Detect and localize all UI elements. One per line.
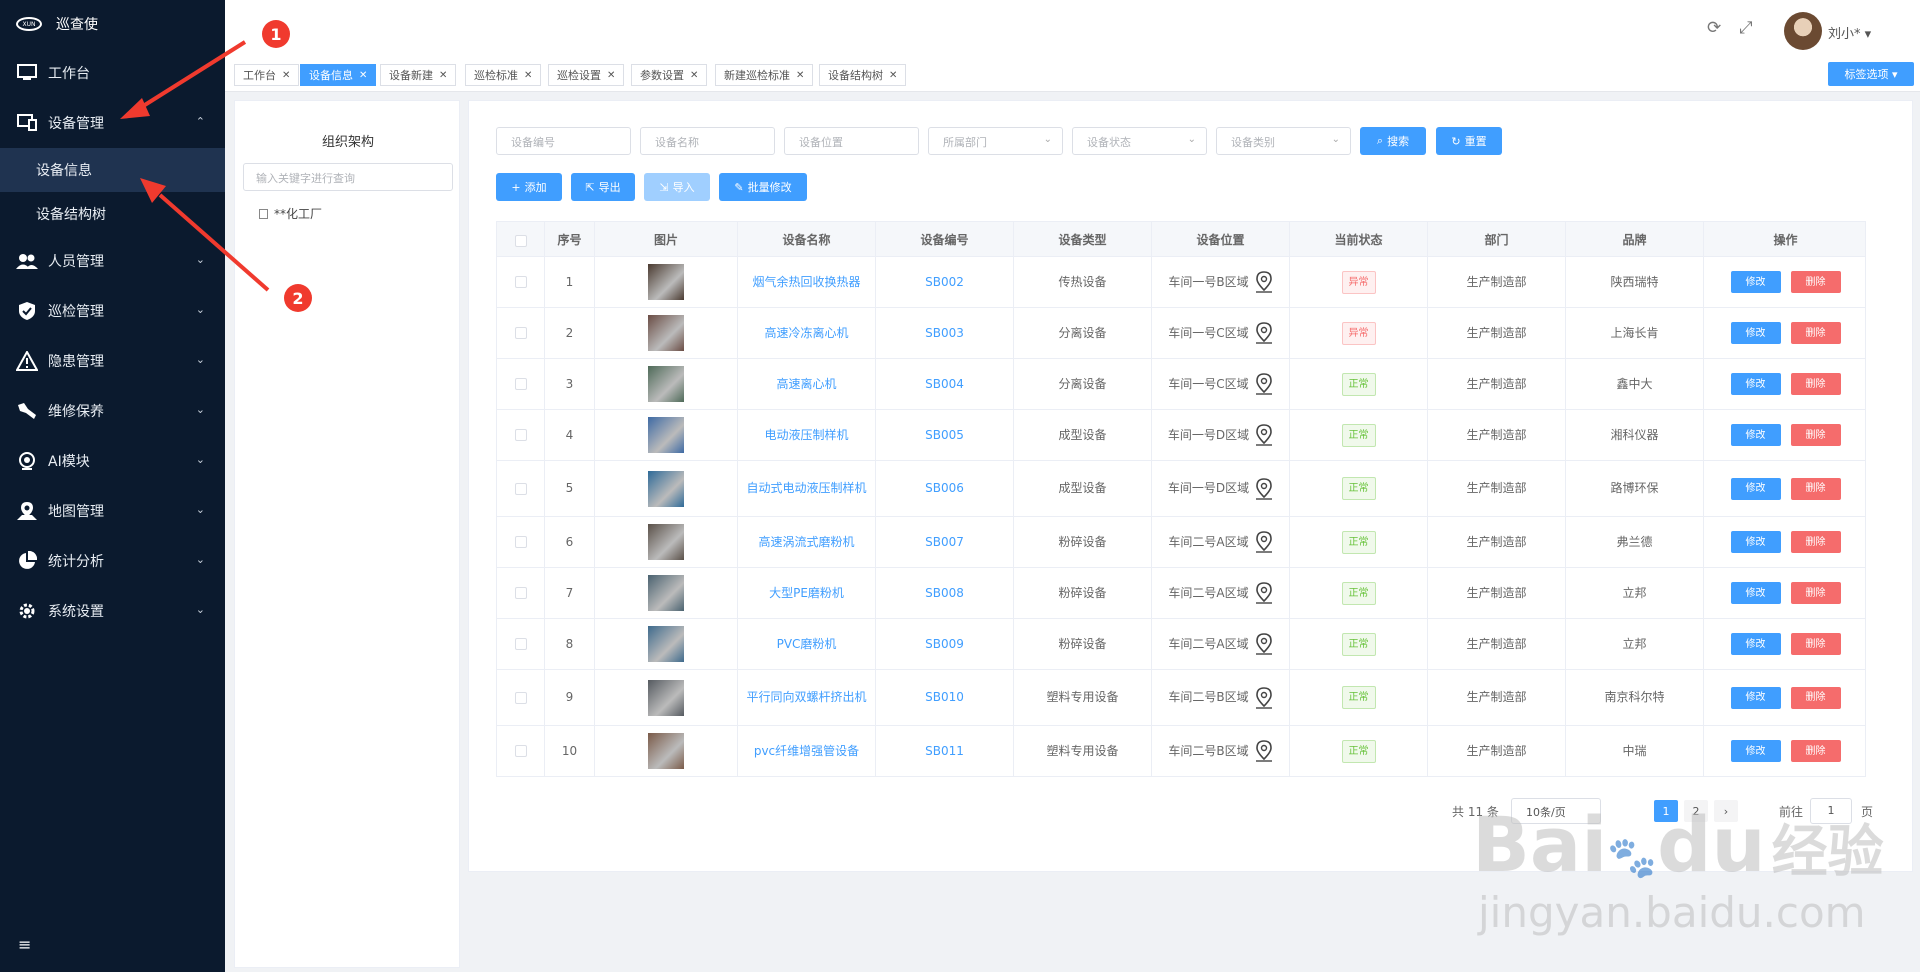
- watermark-cn: 经验: [1771, 820, 1884, 885]
- paw-icon: 🐾: [1607, 835, 1658, 881]
- watermark-brand-part: Bai: [1472, 800, 1608, 889]
- watermark-brand-part: du: [1657, 800, 1766, 889]
- watermark-brand: Bai🐾du 经验: [1472, 800, 1884, 889]
- arrow-head-icon: [120, 98, 150, 119]
- watermark-url: jingyan.baidu.com: [1478, 888, 1866, 937]
- annotation-badge-1: 1: [262, 20, 290, 48]
- annotation-badge-2: 2: [284, 284, 312, 312]
